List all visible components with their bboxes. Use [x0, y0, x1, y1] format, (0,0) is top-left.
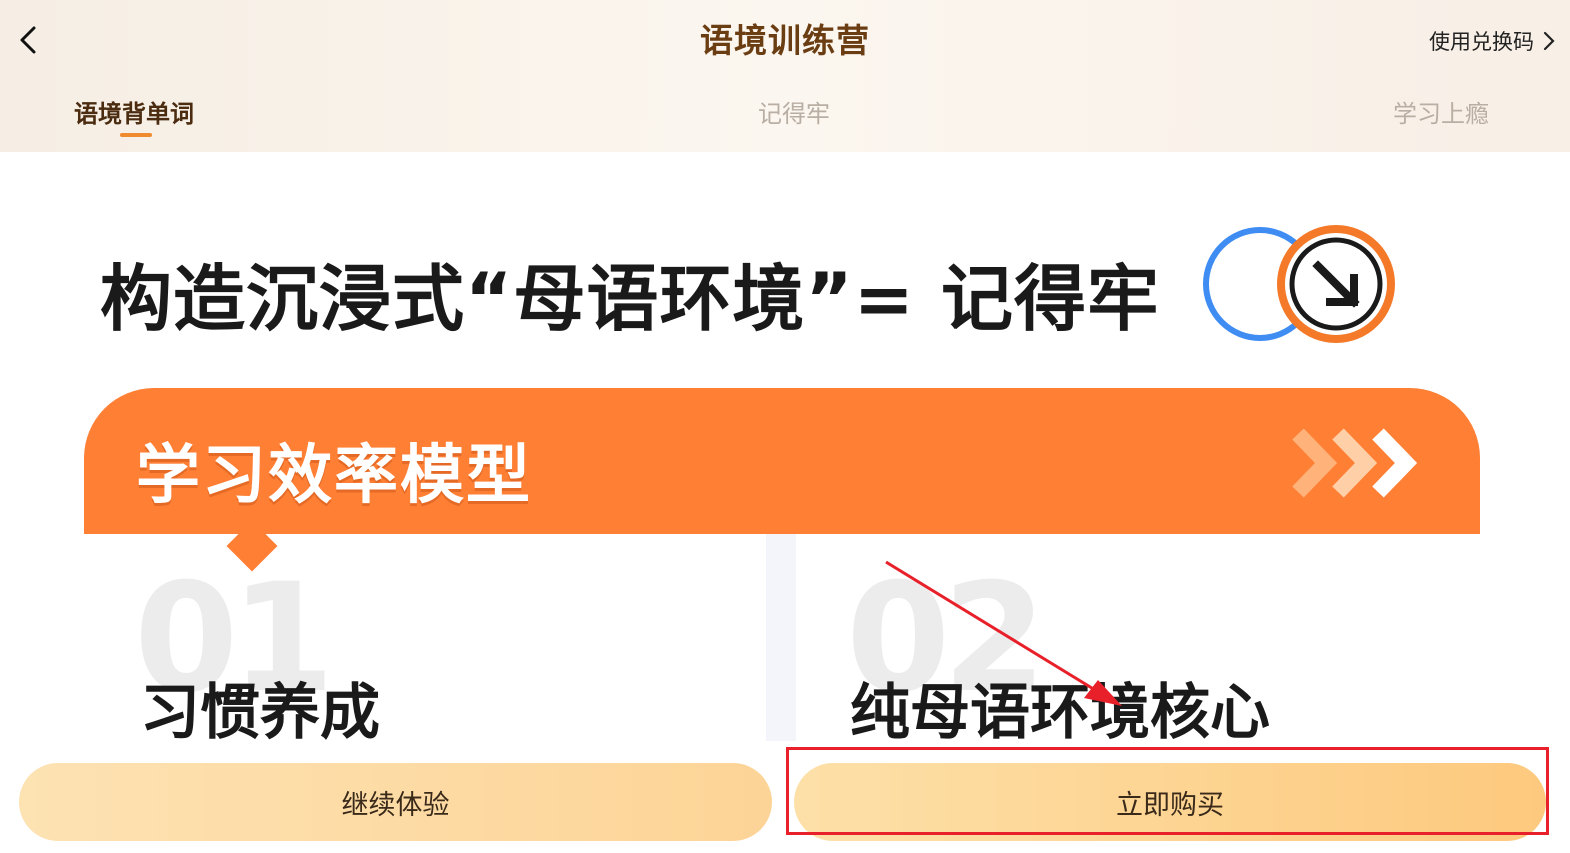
model-item-2: 02 纯母语环境核心 — [796, 534, 1480, 748]
tab-context-words[interactable]: 语境背单词 — [74, 94, 194, 129]
header: 语境训练营 使用兑换码 语境背单词 记得牢 学习上瘾 — [0, 0, 1570, 152]
model-item-1: 01 习惯养成 — [84, 534, 766, 748]
tab-active-indicator — [120, 133, 152, 137]
efficiency-model-card: 学习效率模型 01 习惯养成 02 纯母语环境核心 — [84, 388, 1480, 748]
hero-headline: 构造沉浸式“母语环境”= 记得牢 — [100, 257, 1161, 341]
card-title: 学习效率模型 — [136, 439, 532, 513]
overlapping-rings-arrow-icon — [1200, 222, 1400, 346]
redeem-code-label: 使用兑换码 — [1429, 30, 1534, 54]
tab-addictive-learning[interactable]: 学习上瘾 — [1393, 94, 1489, 129]
chevron-right-icon — [1543, 31, 1555, 51]
continue-trial-button[interactable]: 继续体验 — [19, 763, 772, 841]
annotation-highlight-box — [786, 747, 1549, 835]
model-item-title: 习惯养成 — [140, 678, 380, 748]
model-item-title: 纯母语环境核心 — [850, 678, 1270, 748]
redeem-code-link[interactable]: 使用兑换码 — [1429, 26, 1556, 56]
page-title: 语境训练营 — [700, 21, 870, 60]
tab-remember[interactable]: 记得牢 — [758, 94, 830, 129]
chevrons-right-icon — [1292, 428, 1418, 498]
card-header: 学习效率模型 — [84, 388, 1480, 534]
